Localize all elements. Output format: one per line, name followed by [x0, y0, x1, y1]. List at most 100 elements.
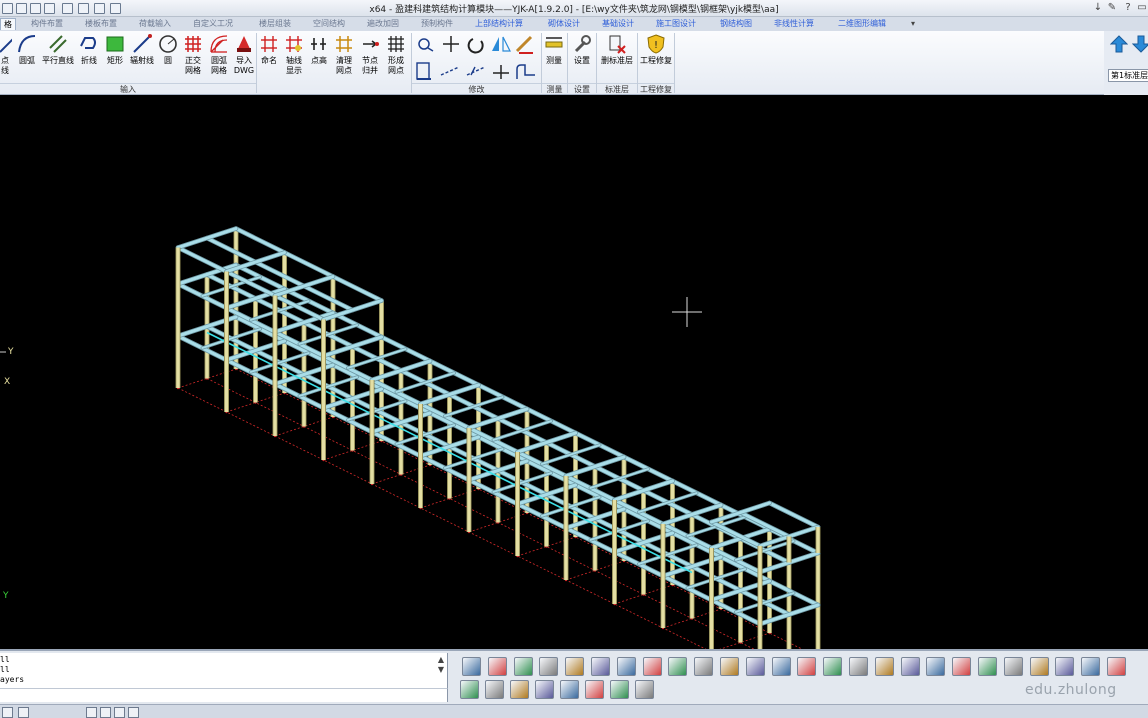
command-scrollbar[interactable]: ▲ ▼	[436, 655, 446, 685]
zoom-in-icon[interactable]	[668, 657, 688, 676]
node-label-icon[interactable]	[874, 657, 894, 676]
rectangle-button[interactable]: 矩形	[102, 32, 128, 84]
minimize-icon[interactable]: ▭	[1136, 2, 1148, 14]
tab-axis[interactable]: 格	[0, 18, 16, 30]
ruler-icon[interactable]	[797, 657, 817, 676]
radial-line-button[interactable]: 辐射线	[128, 32, 156, 84]
camera-icon[interactable]	[952, 657, 972, 676]
command-input[interactable]	[0, 688, 448, 702]
measure-button[interactable]: 测量	[542, 32, 566, 84]
status-polar-icon[interactable]	[114, 707, 125, 718]
merge-nodes-button[interactable]: 节点 归并	[357, 32, 383, 84]
zoom-out-icon[interactable]	[694, 657, 714, 676]
delete-floor-button[interactable]: 删标准层	[598, 32, 636, 84]
tab-upper-calc[interactable]: 上部结构计算	[472, 18, 526, 30]
print-icon[interactable]	[1107, 657, 1126, 676]
wrench-icon[interactable]	[926, 657, 946, 676]
pdf-icon[interactable]	[1003, 657, 1023, 676]
restore-view-icon[interactable]	[585, 680, 604, 699]
point-line-label: 点 线	[1, 56, 9, 75]
fillet-icon	[516, 64, 535, 79]
box-view-icon[interactable]	[539, 657, 559, 676]
group-project-repair: 工程修复	[638, 83, 674, 94]
model-viewport[interactable]: Y X Y	[0, 96, 1148, 678]
download-icon[interactable]: ↓	[1092, 2, 1104, 14]
chart-icon[interactable]	[1055, 657, 1075, 676]
tab-nonlinear[interactable]: 非线性计算	[771, 18, 817, 30]
arc-grid-button[interactable]: 圆弧 网格	[206, 32, 232, 84]
join-icon[interactable]	[487, 657, 507, 676]
ucs-y-label: Y	[3, 591, 9, 601]
tab-precast[interactable]: 预制构件	[418, 18, 456, 30]
tab-slabs[interactable]: 楼板布置	[82, 18, 120, 30]
tab-2d-edit[interactable]: 二维图形编辑	[835, 18, 889, 30]
tab-drawings[interactable]: 施工图设计	[653, 18, 699, 30]
node-icon[interactable]	[849, 657, 868, 676]
iso-view-icon[interactable]	[616, 657, 636, 676]
point-elevation-button[interactable]: 点高	[307, 32, 331, 84]
floor-selector[interactable]: 第1标准层	[1108, 69, 1148, 82]
floor-down-icon[interactable]	[1132, 35, 1148, 53]
cut-icon[interactable]	[462, 657, 481, 676]
zoom-window-icon[interactable]	[720, 657, 739, 676]
axis-display-button[interactable]: 轴线 显示	[281, 32, 307, 84]
parallel-line-button[interactable]: 平行直线	[40, 32, 76, 84]
orbit-icon[interactable]	[642, 657, 662, 676]
floor-navigation-panel: 第1标准层	[1104, 31, 1148, 95]
circle-button[interactable]: 圆	[156, 32, 180, 84]
command-window[interactable]: ll ll ayers	[0, 653, 448, 688]
add-view-icon[interactable]	[610, 680, 629, 699]
status-grid-icon[interactable]	[2, 707, 13, 718]
teapot-icon[interactable]	[745, 657, 765, 676]
list-icon[interactable]	[460, 680, 479, 699]
copy-view-icon[interactable]	[535, 680, 554, 699]
settings-button[interactable]: 设置	[570, 32, 594, 84]
reset-view-icon[interactable]	[635, 680, 654, 699]
status-ortho-icon[interactable]	[86, 707, 97, 718]
cad-icon[interactable]	[1029, 657, 1049, 676]
floor-up-icon[interactable]	[1110, 35, 1128, 53]
tab-foundation[interactable]: 基础设计	[599, 18, 637, 30]
triangle-icon[interactable]	[823, 657, 843, 676]
import-dwg-button[interactable]: 导入 DWG	[232, 32, 256, 84]
tab-steel-drawings[interactable]: 钢结构图	[717, 18, 755, 30]
status-layer-icon[interactable]	[128, 707, 139, 718]
polyline-button[interactable]: 折线	[76, 32, 102, 84]
rename-button[interactable]: 命名	[257, 32, 281, 84]
tab-members[interactable]: 构件布置	[28, 18, 66, 30]
tab-overflow-chevron-icon[interactable]: ▾	[908, 18, 918, 30]
save-view-icon[interactable]	[560, 680, 579, 699]
tab-custom-cases[interactable]: 自定义工况	[190, 18, 236, 30]
form-nodes-button[interactable]: 形成 网点	[383, 32, 409, 84]
tab-reinforcement[interactable]: 遍改加固	[364, 18, 402, 30]
help-icon[interactable]: ?	[1122, 2, 1134, 14]
tab-loads[interactable]: 荷载输入	[136, 18, 174, 30]
split-icon[interactable]	[513, 657, 533, 676]
front-view-icon[interactable]	[565, 657, 585, 676]
side-view-icon[interactable]	[591, 657, 610, 676]
group-modify: 修改	[412, 83, 541, 94]
tab-space-structure[interactable]: 空间结构	[310, 18, 348, 30]
status-snap-icon[interactable]	[18, 707, 29, 718]
beam	[176, 246, 228, 274]
merge-nodes-icon	[363, 40, 379, 48]
arc-button[interactable]: 圆弧	[14, 32, 40, 84]
point-line-button[interactable]: 点 线	[0, 32, 12, 84]
dimension-icon[interactable]	[771, 657, 791, 676]
color-wheel-icon[interactable]	[510, 680, 529, 699]
tools-icon[interactable]: ✎	[1106, 2, 1118, 14]
orthogonal-grid-button[interactable]: 正交 网格	[180, 32, 206, 84]
status-osnap-icon[interactable]	[100, 707, 111, 718]
beam	[346, 348, 407, 369]
tab-floor-assembly[interactable]: 楼层组装	[256, 18, 294, 30]
tab-masonry[interactable]: 砌体设计	[545, 18, 583, 30]
break-icon	[493, 65, 509, 79]
layout-icon[interactable]	[1081, 657, 1101, 676]
clean-nodes-button[interactable]: 清理 网点	[331, 32, 357, 84]
text-icon[interactable]	[900, 657, 920, 676]
arc-grid-icon	[210, 35, 228, 53]
offset-icon	[466, 66, 486, 76]
project-repair-button[interactable]: ! 工程修复	[639, 32, 673, 84]
draw-icon[interactable]	[485, 680, 504, 699]
scale-icon[interactable]	[978, 657, 997, 676]
